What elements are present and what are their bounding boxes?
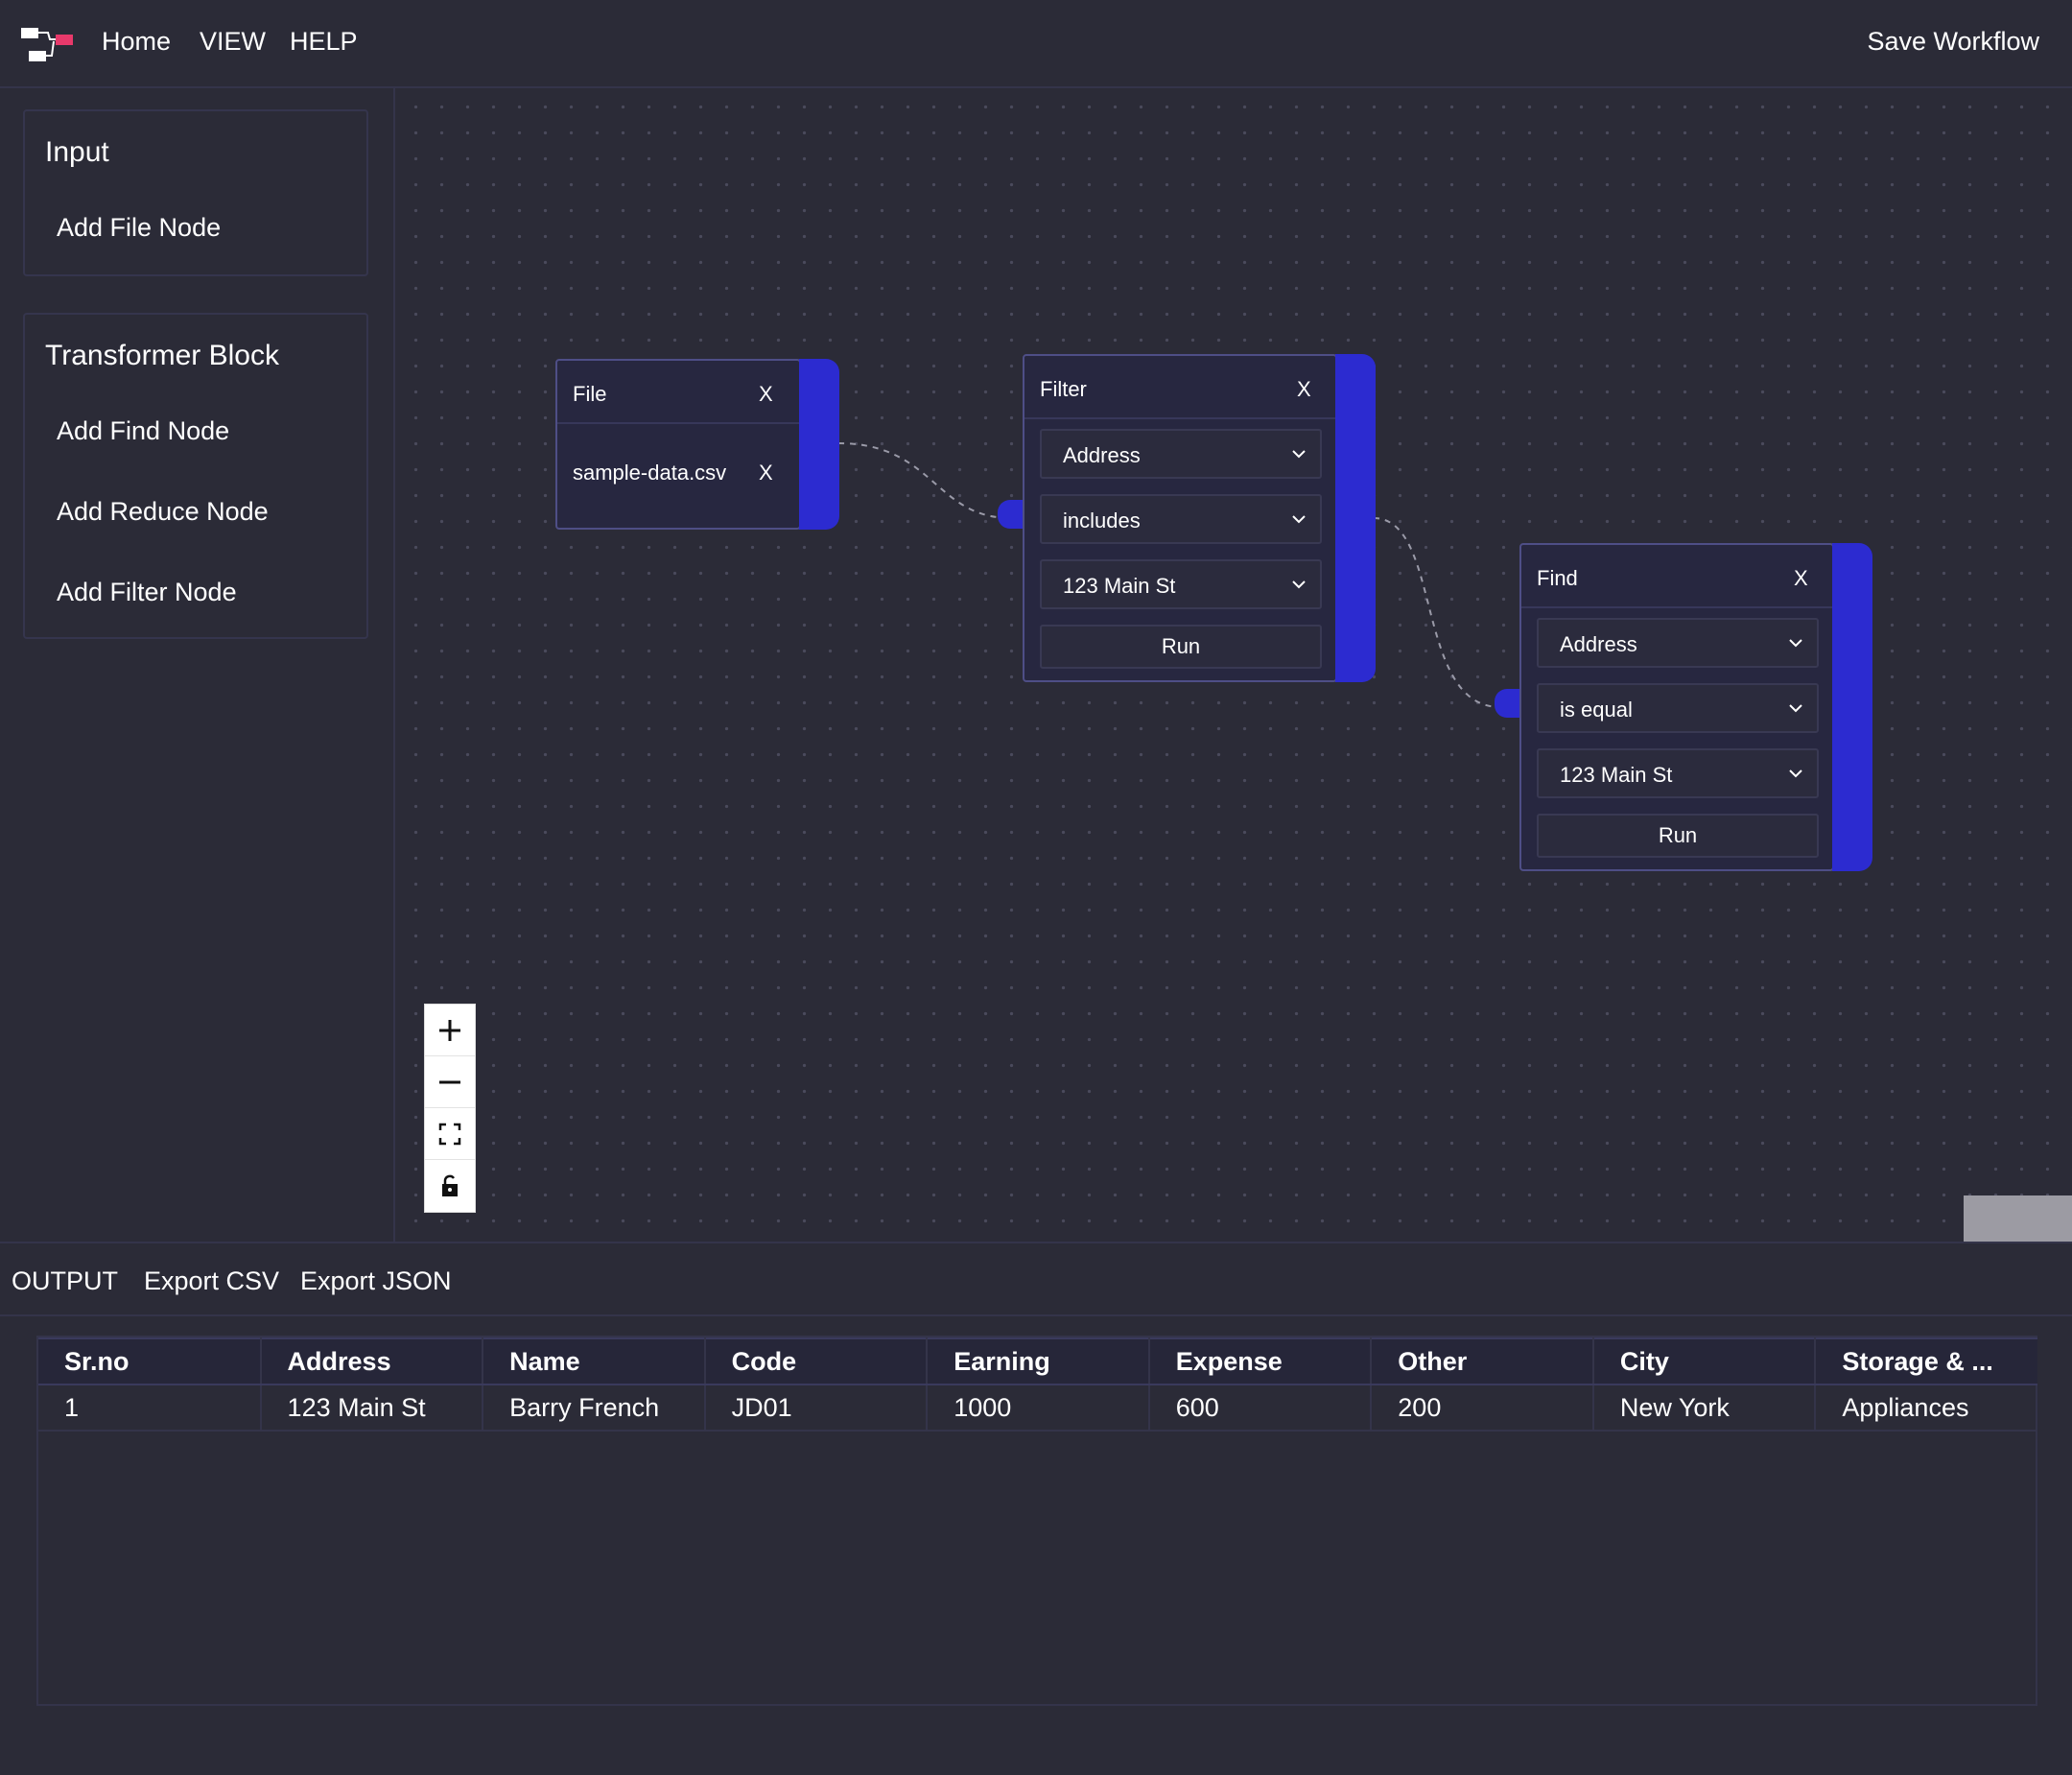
column-header[interactable]: Storage & ... (1815, 1337, 2037, 1385)
panel-title: Transformer Block (45, 340, 279, 371)
operator-select[interactable]: includes (1040, 494, 1322, 544)
table-cell: JD01 (704, 1384, 929, 1432)
table-header-row: Sr.no Address Name Code Earning Expense … (38, 1337, 2037, 1385)
file-node-output-handle[interactable] (799, 359, 839, 530)
table-cell: 1 (38, 1384, 262, 1432)
column-select-value: Address (1063, 443, 1141, 467)
filter-node-input-handle[interactable] (998, 500, 1023, 529)
flow-logo-icon[interactable] (21, 25, 75, 63)
close-node-button[interactable]: X (1794, 566, 1808, 591)
panel-title: Input (45, 136, 109, 168)
fit-view-button[interactable] (425, 1108, 475, 1160)
lock-button[interactable] (425, 1160, 475, 1212)
table-cell: 1000 (927, 1384, 1150, 1432)
table-cell: 600 (1148, 1384, 1373, 1432)
table-cell: 123 Main St (260, 1384, 484, 1432)
operator-select[interactable]: is equal (1537, 683, 1819, 733)
file-node[interactable]: File X sample-data.csv X (555, 359, 839, 530)
table-cell: Appliances (1815, 1384, 2037, 1432)
canvas-controls (424, 1004, 476, 1213)
find-node-input-handle[interactable] (1495, 689, 1519, 718)
node-header: Filter X (1024, 356, 1335, 419)
output-table-container: Sr.no Address Name Code Earning Expense … (36, 1336, 2037, 1706)
zoom-out-button[interactable] (425, 1056, 475, 1108)
nav-view[interactable]: VIEW (200, 27, 266, 57)
transformer-panel: Transformer Block Add Find Node Add Redu… (23, 313, 368, 639)
close-node-button[interactable]: X (759, 382, 773, 407)
minimap[interactable] (1964, 1195, 2072, 1242)
table-cell: Barry French (483, 1384, 706, 1432)
output-label: OUTPUT (12, 1266, 118, 1295)
add-reduce-node-button[interactable]: Add Reduce Node (57, 497, 269, 527)
nav-home[interactable]: Home (102, 27, 171, 57)
export-csv-button[interactable]: Export CSV (144, 1266, 279, 1296)
edge-file-filter (837, 442, 1012, 519)
zoom-in-button[interactable] (425, 1005, 475, 1056)
value-select-value: 123 Main St (1063, 574, 1176, 598)
add-find-node-button[interactable]: Add Find Node (57, 416, 229, 446)
value-select[interactable]: 123 Main St (1537, 748, 1819, 798)
filter-node-output-handle[interactable] (1335, 354, 1376, 682)
find-node-output-handle[interactable] (1832, 543, 1872, 871)
find-node[interactable]: Find X Address is equal 123 Main St Run (1495, 543, 1872, 871)
export-json-button[interactable]: Export JSON (300, 1266, 452, 1296)
zoom-out-icon (439, 1080, 460, 1084)
output-table: Sr.no Address Name Code Earning Expense … (38, 1337, 2037, 1432)
input-panel: Input Add File Node (23, 109, 368, 276)
column-header[interactable]: Sr.no (38, 1337, 262, 1385)
lock-icon (442, 1174, 458, 1196)
workflow-canvas[interactable]: File X sample-data.csv X Filter X Addres… (397, 88, 2072, 1242)
column-header[interactable]: Name (483, 1337, 706, 1385)
chevron-down-icon (1789, 639, 1802, 648)
close-node-button[interactable]: X (1297, 377, 1311, 402)
column-select-value: Address (1560, 632, 1637, 656)
add-file-node-button[interactable]: Add File Node (57, 213, 221, 243)
table-row[interactable]: 1 123 Main St Barry French JD01 1000 600… (38, 1384, 2037, 1432)
run-button[interactable]: Run (1537, 814, 1819, 858)
remove-file-button[interactable]: X (759, 461, 773, 485)
column-header[interactable]: Other (1371, 1337, 1594, 1385)
column-header[interactable]: Expense (1148, 1337, 1373, 1385)
filter-node[interactable]: Filter X Address includes 123 Main St Ru… (998, 354, 1376, 682)
table-cell: New York (1592, 1384, 1817, 1432)
value-select[interactable]: 123 Main St (1040, 559, 1322, 609)
run-button[interactable]: Run (1040, 625, 1322, 669)
nav-help[interactable]: HELP (290, 27, 358, 57)
table-cell: 200 (1371, 1384, 1594, 1432)
edge-filter-find (1373, 517, 1501, 708)
chevron-down-icon (1292, 515, 1306, 524)
node-title: File (573, 382, 607, 406)
chevron-down-icon (1292, 450, 1306, 459)
zoom-in-icon (439, 1020, 460, 1041)
column-header[interactable]: Address (260, 1337, 484, 1385)
column-header[interactable]: Code (704, 1337, 929, 1385)
save-workflow-button[interactable]: Save Workflow (1867, 27, 2039, 57)
operator-select-value: includes (1063, 509, 1141, 532)
node-header: Find X (1521, 545, 1832, 608)
operator-select-value: is equal (1560, 698, 1633, 722)
value-select-value: 123 Main St (1560, 763, 1673, 787)
node-title: Filter (1040, 377, 1087, 401)
file-name: sample-data.csv (573, 461, 727, 485)
column-header[interactable]: City (1592, 1337, 1817, 1385)
chevron-down-icon (1789, 769, 1802, 778)
node-header: File X (557, 361, 799, 424)
column-select[interactable]: Address (1040, 429, 1322, 479)
fit-view-icon (438, 1123, 461, 1146)
chevron-down-icon (1789, 704, 1802, 713)
output-toolbar: OUTPUT Export CSV Export JSON (0, 1242, 2072, 1316)
top-navbar: Home VIEW HELP Save Workflow (0, 0, 2072, 88)
chevron-down-icon (1292, 580, 1306, 589)
add-filter-node-button[interactable]: Add Filter Node (57, 578, 237, 607)
node-title: Find (1537, 566, 1578, 590)
node-palette-sidebar: Input Add File Node Transformer Block Ad… (0, 88, 395, 1242)
column-select[interactable]: Address (1537, 618, 1819, 668)
column-header[interactable]: Earning (927, 1337, 1150, 1385)
